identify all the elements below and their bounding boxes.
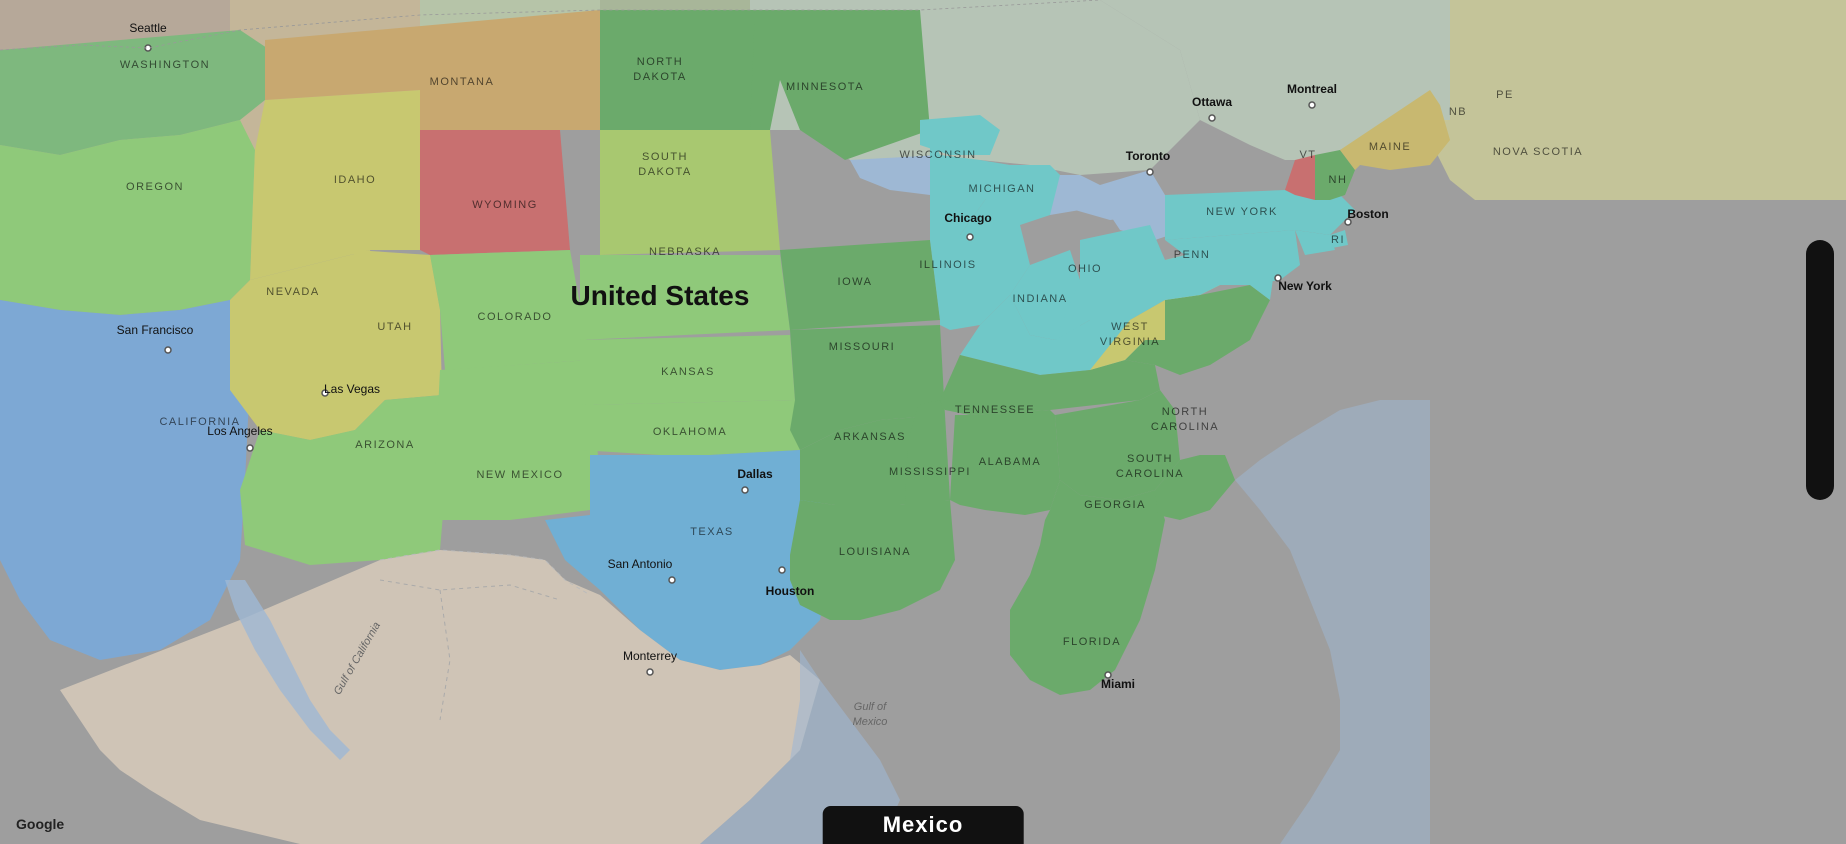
gulf-of-mexico-label2: Mexico	[853, 716, 888, 728]
map-container: WASHINGTON OREGON CALIFORNIA NEVADA IDAH…	[0, 0, 1846, 844]
houston-dot	[779, 567, 785, 573]
san-francisco-dot	[165, 347, 171, 353]
monterrey-dot	[647, 669, 653, 675]
map-svg: WASHINGTON OREGON CALIFORNIA NEVADA IDAH…	[0, 0, 1846, 844]
dallas-dot	[742, 487, 748, 493]
gulf-of-mexico-label: Gulf of	[854, 701, 887, 713]
google-credit: Google	[16, 816, 64, 832]
scrollbar-pill[interactable]	[1806, 240, 1834, 500]
montreal-dot	[1309, 102, 1315, 108]
san-antonio-dot	[669, 577, 675, 583]
new-york-dot	[1275, 275, 1281, 281]
toronto-dot	[1147, 169, 1153, 175]
mexico-bar-label: Mexico	[823, 806, 1024, 844]
miami-dot	[1105, 672, 1111, 678]
boston-dot	[1345, 219, 1351, 225]
united-states-label: United States	[571, 280, 750, 311]
chicago-dot	[967, 234, 973, 240]
ottawa-dot	[1209, 115, 1215, 121]
los-angeles-dot	[247, 445, 253, 451]
las-vegas-dot	[322, 390, 328, 396]
